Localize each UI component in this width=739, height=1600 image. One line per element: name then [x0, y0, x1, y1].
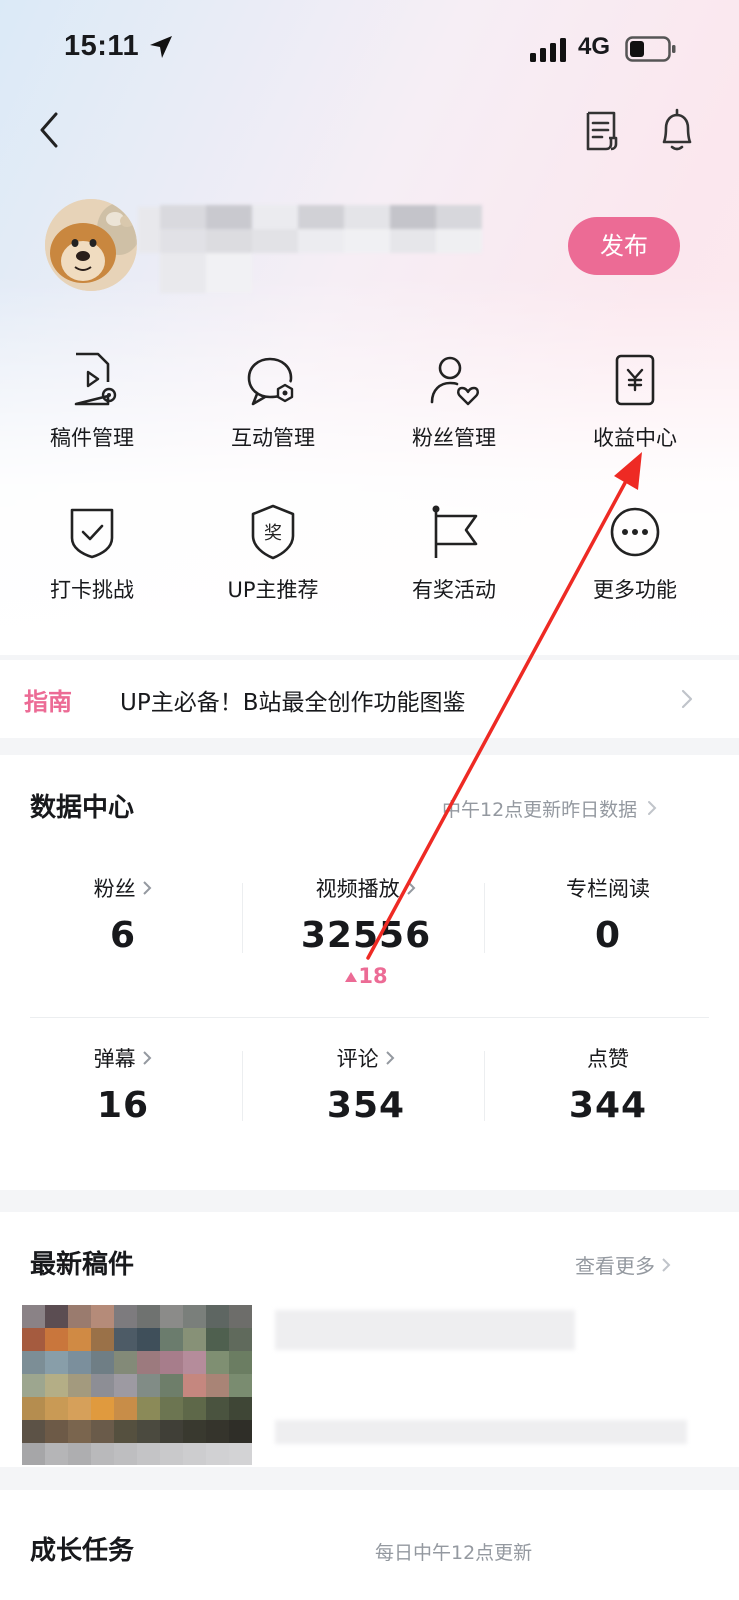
growth-title: 成长任务: [30, 1536, 135, 1566]
data-center-title: 数据中心: [30, 793, 135, 823]
chevron-right-icon: [681, 689, 693, 709]
stat-danmaku[interactable]: 弹幕 16: [0, 1043, 246, 1183]
func-prize-activity[interactable]: 有奖活动: [362, 502, 546, 622]
stat-label: 弹幕: [0, 1043, 246, 1073]
more-icon: [610, 507, 660, 557]
dog-avatar-icon: [45, 199, 137, 291]
profile-section: 发布: [0, 195, 739, 305]
func-more[interactable]: 更多功能: [543, 502, 727, 622]
func-fans-management[interactable]: 粉丝管理: [362, 350, 546, 470]
stat-video-plays[interactable]: 视频播放 32556 18: [243, 873, 489, 1013]
growth-tasks: 成长任务 每日中午12点更新: [0, 1490, 739, 1600]
top-nav: [0, 100, 739, 160]
triangle-up-icon: [345, 972, 358, 982]
back-icon[interactable]: [30, 106, 66, 154]
stat-label: 评论: [243, 1043, 489, 1073]
chevron-right-icon: [662, 1258, 671, 1272]
stat-value: 344: [568, 1085, 648, 1126]
stat-label: 专栏阅读: [566, 877, 650, 901]
func-label: 打卡挑战: [50, 578, 134, 602]
func-manuscript-management[interactable]: 稿件管理: [0, 350, 184, 470]
publish-button[interactable]: 发布: [568, 217, 680, 275]
function-grid: 稿件管理 互动管理 粉丝管理 收益中心 打卡挑战 奖 UP主推荐 有奖活动 更多…: [0, 350, 739, 620]
func-label: 有奖活动: [412, 578, 496, 602]
stat-value: 354: [326, 1085, 406, 1126]
stat-value: 16: [96, 1085, 150, 1126]
income-icon: [615, 354, 655, 406]
manuscript-thumbnail[interactable]: [22, 1305, 252, 1465]
func-label: 稿件管理: [50, 426, 134, 450]
latest-manuscripts: 最新稿件 查看更多: [0, 1212, 739, 1467]
stat-value: 0: [594, 915, 622, 956]
guide-banner[interactable]: 指南 UP主必备！B站最全创作功能图鉴: [0, 660, 739, 738]
data-center: 数据中心 中午12点更新昨日数据 粉丝 6 视频播放 32556 18 专栏阅读…: [0, 755, 739, 1190]
view-more-link[interactable]: 查看更多: [575, 1250, 671, 1279]
manuscript-icon: [74, 352, 117, 406]
latest-title: 最新稿件: [30, 1250, 135, 1280]
svg-text:奖: 奖: [264, 523, 282, 544]
stat-likes: 点赞 344: [485, 1043, 731, 1183]
func-label: 粉丝管理: [412, 426, 496, 450]
location-arrow-icon: [150, 36, 172, 58]
stat-label: 视频播放: [243, 873, 489, 903]
func-up-recommend[interactable]: 奖 UP主推荐: [181, 502, 365, 622]
interaction-icon: [247, 357, 294, 406]
username-blurred: [138, 205, 483, 297]
signal-icon: [530, 38, 566, 62]
stat-value: 32556: [300, 915, 432, 956]
stat-label: 粉丝: [0, 873, 246, 903]
chevron-right-icon: [648, 801, 657, 815]
divider: [30, 1017, 709, 1018]
chevron-right-icon: [143, 1051, 152, 1065]
fans-icon: [430, 356, 479, 406]
status-time: 15:11: [64, 30, 140, 62]
manuscript-title-blurred: [275, 1310, 575, 1350]
network-type: 4G: [578, 33, 611, 60]
stat-fans[interactable]: 粉丝 6: [0, 873, 246, 1013]
status-bar: 15:11 4G: [0, 0, 739, 100]
guide-tag: 指南: [24, 688, 72, 716]
guide-text: UP主必备！B站最全创作功能图鉴: [120, 690, 466, 716]
chevron-right-icon: [386, 1051, 395, 1065]
stat-article-reads: 专栏阅读 0: [485, 873, 731, 1013]
stat-delta: 18: [243, 964, 489, 988]
stat-value: 6: [109, 915, 137, 956]
growth-subtitle: 每日中午12点更新: [375, 1542, 533, 1564]
manuscript-meta-blurred: [275, 1420, 687, 1444]
chevron-right-icon: [143, 881, 152, 895]
func-label: 更多功能: [593, 578, 677, 602]
stat-comments[interactable]: 评论 354: [243, 1043, 489, 1183]
func-income-center[interactable]: 收益中心: [543, 350, 727, 470]
func-interaction-management[interactable]: 互动管理: [181, 350, 365, 470]
view-more-label: 查看更多: [575, 1254, 655, 1278]
func-label: 互动管理: [231, 426, 315, 450]
stat-label: 点赞: [587, 1047, 629, 1071]
flag-icon: [432, 505, 478, 558]
document-icon[interactable]: [580, 108, 620, 154]
battery-icon: [625, 36, 676, 62]
checkin-icon: [70, 508, 114, 559]
func-label: 收益中心: [593, 426, 677, 450]
award-badge-icon: 奖: [251, 504, 295, 560]
data-center-subtitle: 中午12点更新昨日数据: [442, 799, 638, 821]
data-center-update-link[interactable]: 中午12点更新昨日数据: [442, 795, 657, 822]
avatar[interactable]: [45, 199, 137, 291]
func-label: UP主推荐: [227, 578, 319, 602]
bell-icon[interactable]: [656, 106, 698, 154]
chevron-right-icon: [407, 881, 416, 895]
func-checkin-challenge[interactable]: 打卡挑战: [0, 502, 184, 622]
